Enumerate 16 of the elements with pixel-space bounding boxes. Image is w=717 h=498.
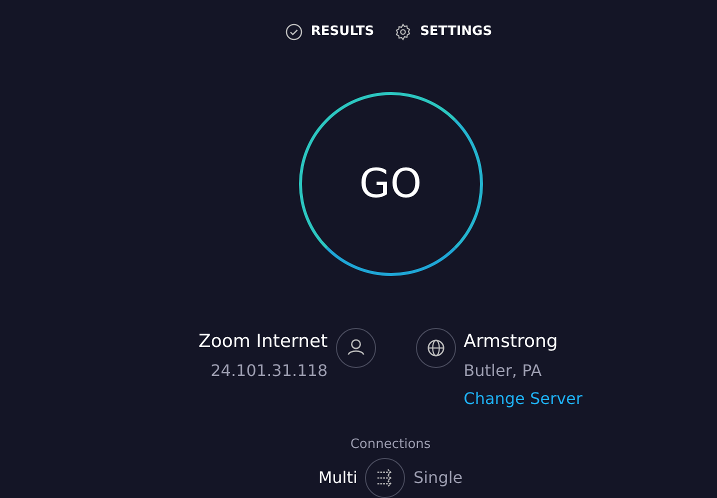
ip-address: 24.101.31.118 (210, 360, 328, 382)
nav-link[interactable]: RESULTS (306, 20, 378, 44)
settings-icon (394, 22, 412, 41)
connections-label: Connections (350, 436, 431, 454)
user-icon (336, 328, 376, 368)
nav-link[interactable]: SETTINGS (416, 20, 496, 44)
provider-name: Zoom Internet (198, 330, 328, 354)
server-name: Armstrong (464, 330, 558, 354)
check-circle-icon (284, 22, 303, 41)
globe-icon (416, 328, 456, 368)
change-server-link[interactable]: Change Server (464, 386, 582, 410)
connection-option[interactable]: Single (413, 466, 463, 490)
server-location: Butler, PA (464, 360, 542, 382)
go-button[interactable]: GO (298, 92, 482, 276)
arrows-icon[interactable] (365, 458, 406, 498)
connection-option[interactable]: Multi (318, 466, 358, 490)
